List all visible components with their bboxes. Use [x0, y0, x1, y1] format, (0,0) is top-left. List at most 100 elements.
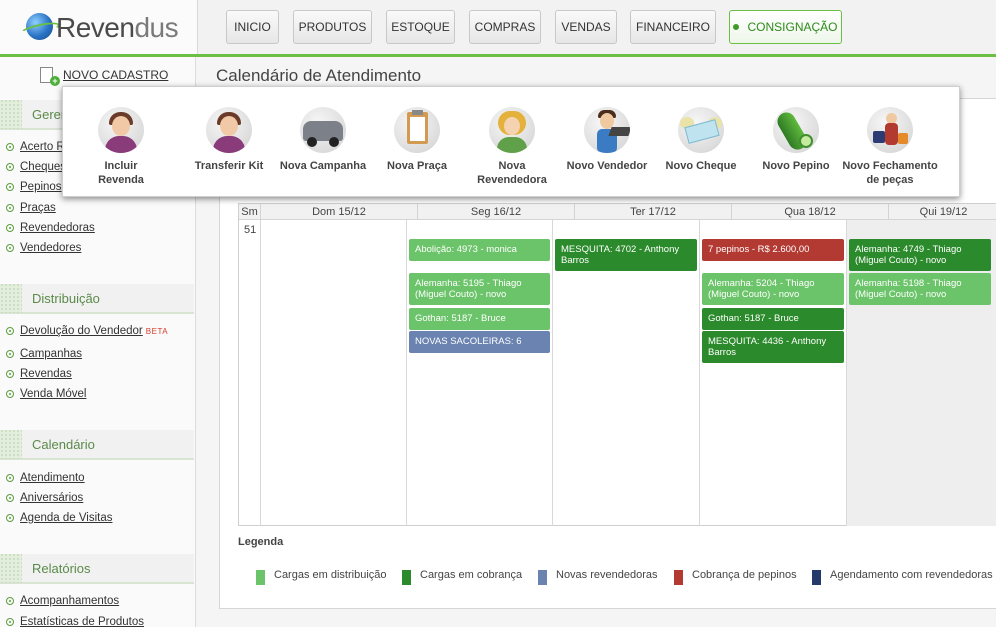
- sidebar-item-devolucao-vendedor[interactable]: Devolução do Vendedor BETA: [6, 325, 168, 337]
- calendar-event[interactable]: Abolição: 4973 - monica: [409, 239, 550, 261]
- clipboard-icon: [394, 107, 440, 153]
- sidebar-item-acompanhamentos[interactable]: Acompanhamentos: [6, 595, 119, 607]
- day-header-qui[interactable]: Qui 19/12: [889, 204, 996, 220]
- calendar-event[interactable]: Gothan: 5187 - Bruce: [702, 308, 844, 330]
- bullet-icon: [6, 244, 14, 252]
- calendar-event[interactable]: MESQUITA: 4702 - Anthony Barros: [555, 239, 697, 271]
- popup-label: Nova Campanha: [279, 160, 367, 172]
- sidebar-item-label[interactable]: Cheques: [20, 161, 66, 173]
- sidebar-item-acerto[interactable]: Acerto R: [6, 141, 65, 153]
- sidebar-item-estatisticas-produtos[interactable]: Estatísticas de Produtos: [6, 616, 144, 627]
- nav-label: INICIO: [234, 20, 271, 34]
- popup-label: Incluir Revenda: [98, 160, 144, 186]
- sidebar-item-label[interactable]: Campanhas: [20, 348, 82, 360]
- calendar-event[interactable]: Alemanha: 4749 - Thiago (Miguel Couto) -…: [849, 239, 991, 271]
- day-header-dom[interactable]: Dom 15/12: [261, 204, 418, 220]
- day-header-ter[interactable]: Ter 17/12: [575, 204, 732, 220]
- section-header-calendario: Calendário: [0, 429, 194, 460]
- calendar-event[interactable]: MESQUITA: 4436 - Anthony Barros: [702, 331, 844, 363]
- popup-transferir-kit[interactable]: Transferir Kit: [191, 107, 267, 173]
- popup-novo-pepino[interactable]: Novo Pepino: [761, 107, 831, 173]
- popup-nova-revendedora[interactable]: Nova Revendedora: [471, 107, 553, 187]
- bullet-icon: [6, 143, 14, 151]
- blonde-woman-icon: [489, 107, 535, 153]
- brand-name: Revendus: [56, 12, 179, 44]
- legend-label: Cargas em distribuição: [274, 569, 387, 581]
- popup-novo-vendedor[interactable]: Novo Vendedor: [565, 107, 649, 173]
- nav-consignacao-button[interactable]: CONSIGNAÇÃO: [729, 10, 842, 44]
- beta-badge: BETA: [145, 326, 169, 336]
- sidebar-item-label[interactable]: Estatísticas de Produtos: [20, 616, 144, 627]
- popup-label: Novo Fechamento de peças: [842, 160, 938, 186]
- calendar-event[interactable]: NOVAS SACOLEIRAS: 6: [409, 331, 550, 353]
- bullet-icon: [6, 474, 14, 482]
- calendar-event[interactable]: 7 pepinos - R$ 2.600,00: [702, 239, 844, 261]
- logo[interactable]: Revendus: [0, 0, 198, 54]
- sidebar-item-label[interactable]: Venda Móvel: [20, 388, 87, 400]
- sidebar-item-revendas[interactable]: Revendas: [6, 368, 72, 380]
- sidebar-item-pracas[interactable]: Praças: [6, 202, 56, 214]
- popup-nova-praca[interactable]: Nova Praça: [385, 107, 449, 173]
- sidebar-item-label[interactable]: Revendas: [20, 368, 72, 380]
- novo-cadastro-label[interactable]: NOVO CADASTRO: [63, 68, 168, 82]
- novo-cadastro-link[interactable]: + NOVO CADASTRO: [40, 67, 168, 86]
- shopper-bags-icon: [867, 107, 913, 153]
- nav-produtos-button[interactable]: PRODUTOS: [293, 10, 372, 44]
- sidebar-item-cheques[interactable]: Cheques: [6, 161, 66, 173]
- sidebar-item-campanhas[interactable]: Campanhas: [6, 348, 82, 360]
- nav-estoque-button[interactable]: ESTOQUE: [386, 10, 455, 44]
- sidebar-item-label[interactable]: Atendimento: [20, 472, 85, 484]
- nav-vendas-button[interactable]: VENDAS: [555, 10, 617, 44]
- popup-label: Nova Praça: [387, 160, 447, 172]
- section-title: Relatórios: [32, 560, 91, 576]
- popup-nova-campanha[interactable]: Nova Campanha: [279, 107, 367, 173]
- popup-label: Nova Revendedora: [477, 160, 547, 186]
- sidebar-item-revendedoras[interactable]: Revendedoras: [6, 222, 95, 234]
- calendar-event[interactable]: Alemanha: 5204 - Thiago (Miguel Couto) -…: [702, 273, 844, 305]
- sidebar-item-label[interactable]: Revendedoras: [20, 222, 95, 234]
- popup-novo-fechamento[interactable]: Novo Fechamento de peças: [841, 107, 939, 187]
- legend-item-novas-revendedoras: Novas revendedoras: [538, 569, 658, 585]
- nav-label: CONSIGNAÇÃO: [747, 20, 838, 34]
- legend-swatch: [812, 570, 821, 585]
- sidebar-item-label[interactable]: Devolução do Vendedor: [20, 325, 143, 337]
- section-pattern: [0, 429, 22, 459]
- nav-financeiro-button[interactable]: FINANCEIRO: [630, 10, 716, 44]
- calendar-event[interactable]: Alemanha: 5198 - Thiago (Miguel Couto) -…: [849, 273, 991, 305]
- sidebar-item-label[interactable]: Aniversários: [20, 492, 83, 504]
- day-header-qua[interactable]: Qua 18/12: [732, 204, 889, 220]
- day-cell-seg[interactable]: [407, 220, 553, 526]
- woman-profile-icon: [206, 107, 252, 153]
- nav-label: COMPRAS: [474, 20, 536, 34]
- sidebar-item-label[interactable]: Agenda de Visitas: [20, 512, 113, 524]
- nav-inicio-button[interactable]: INICIO: [226, 10, 279, 44]
- day-cell-qua[interactable]: [700, 220, 847, 526]
- legend-label: Novas revendedoras: [556, 569, 658, 581]
- calendar-event[interactable]: Alemanha: 5195 - Thiago (Miguel Couto) -…: [409, 273, 550, 305]
- popup-incluir-revenda[interactable]: Incluir Revenda: [91, 107, 151, 187]
- nav-label: ESTOQUE: [391, 20, 450, 34]
- sidebar-item-pepinos[interactable]: Pepinos: [6, 181, 62, 193]
- sidebar-item-label[interactable]: Vendedores: [20, 242, 81, 254]
- legend-item-cobranca-pepinos: Cobrança de pepinos: [674, 569, 797, 585]
- brand-name-accent: dus: [134, 12, 179, 43]
- sidebar-item-atendimento[interactable]: Atendimento: [6, 472, 85, 484]
- sidebar-item-label[interactable]: Acerto R: [20, 141, 65, 153]
- week-column-header: Sm: [239, 204, 261, 220]
- sidebar-item-vendedores[interactable]: Vendedores: [6, 242, 81, 254]
- sidebar-item-agenda-visitas[interactable]: Agenda de Visitas: [6, 512, 113, 524]
- sidebar-item-aniversarios[interactable]: Aniversários: [6, 492, 83, 504]
- popup-novo-cheque[interactable]: Novo Cheque: [665, 107, 737, 173]
- calendar-event[interactable]: Gothan: 5187 - Bruce: [409, 308, 550, 330]
- section-header-distribuicao: Distribuição: [0, 283, 194, 314]
- section-title: Distribuição: [32, 290, 100, 306]
- week-number: 51: [244, 224, 257, 236]
- day-cell-dom[interactable]: [261, 220, 407, 526]
- nav-compras-button[interactable]: COMPRAS: [469, 10, 541, 44]
- sidebar-item-venda-movel[interactable]: Venda Móvel: [6, 388, 87, 400]
- sidebar-item-label[interactable]: Acompanhamentos: [20, 595, 119, 607]
- sidebar-item-label[interactable]: Pepinos: [20, 181, 62, 193]
- bullet-icon: [6, 494, 14, 502]
- day-header-seg[interactable]: Seg 16/12: [418, 204, 575, 220]
- sidebar-item-label[interactable]: Praças: [20, 202, 56, 214]
